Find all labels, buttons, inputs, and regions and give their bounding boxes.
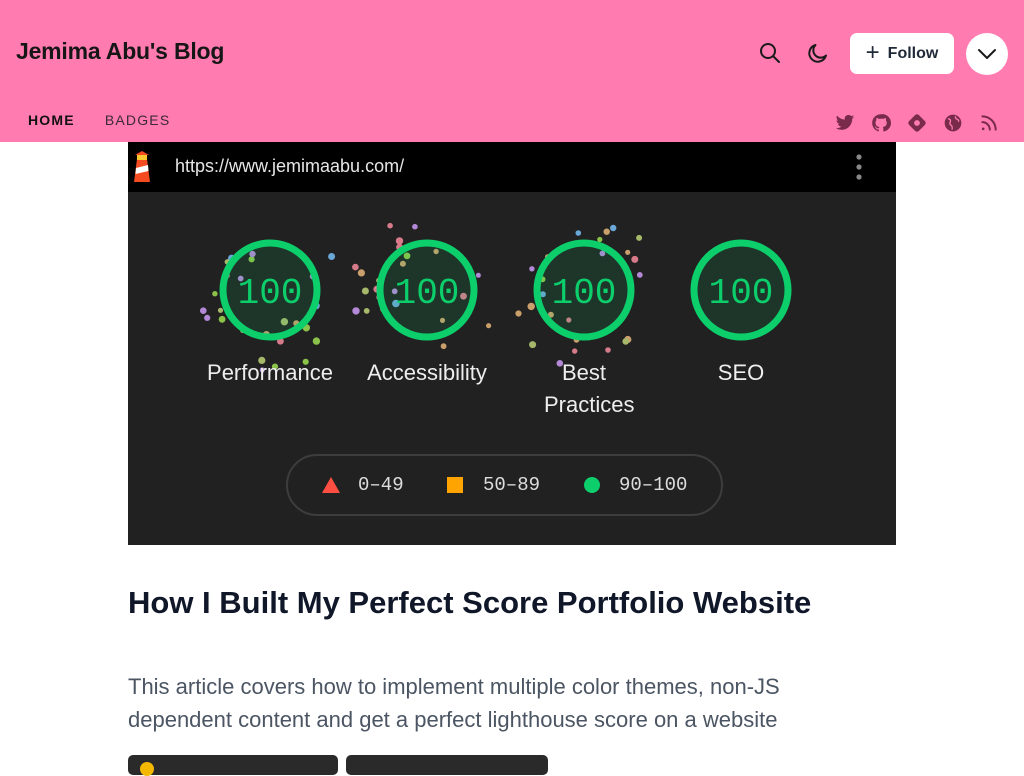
score-legend: 0–49 50–89 90–100 [286, 454, 723, 516]
plus-icon: + [865, 38, 880, 66]
social-links [834, 112, 1000, 134]
search-button[interactable] [750, 33, 790, 73]
confetti-dot [200, 307, 207, 314]
confetti-dot [572, 348, 578, 354]
blog-header: Jemima Abu's Blog + Follow HOME BADGES [0, 0, 1024, 142]
legend-range-pass: 90–100 [619, 474, 688, 496]
confetti-dot [605, 347, 611, 353]
confetti-dot [352, 307, 360, 315]
gauge-label-accessibility: Accessibility [367, 360, 487, 385]
confetti-dot [575, 230, 582, 236]
gauge-best-practices: 100 [533, 239, 635, 341]
hashnode-icon [908, 114, 926, 132]
confetti-dot [363, 308, 370, 314]
github-icon [872, 114, 891, 132]
nav-item-home[interactable]: HOME [28, 112, 75, 128]
gauge-performance: 100 [219, 239, 321, 341]
account-menu-button[interactable] [966, 33, 1008, 75]
follow-label: Follow [887, 44, 939, 62]
article-cover-image[interactable]: https://www.jemimaabu.com/ 100 100 100 1… [128, 142, 896, 545]
circle-icon [584, 477, 600, 493]
confetti-dot [440, 343, 447, 350]
follow-button[interactable]: + Follow [850, 33, 954, 74]
search-icon [760, 43, 780, 63]
gauge-accessibility: 100 [376, 239, 478, 341]
square-icon [447, 477, 463, 493]
rss-link[interactable] [978, 112, 1000, 134]
rss-icon [981, 115, 997, 131]
gauge-label-best-practices: Best Practices [544, 360, 635, 417]
confetti-dot [328, 253, 336, 260]
article-title[interactable]: How I Built My Perfect Score Portfolio W… [128, 584, 868, 622]
confetti-dot [412, 223, 418, 230]
nav-item-badges[interactable]: BADGES [105, 112, 171, 128]
chevron-down-icon [978, 49, 996, 59]
confetti-dot [204, 314, 211, 321]
blog-nav: HOME BADGES [28, 112, 170, 128]
author-chip[interactable] [128, 755, 338, 776]
globe-icon [944, 114, 962, 132]
gauge-score-best-practices: 100 [552, 273, 617, 314]
twitter-link[interactable] [834, 112, 856, 134]
legend-range-average: 50–89 [483, 474, 541, 496]
confetti-dot [357, 269, 365, 277]
twitter-icon [835, 114, 855, 130]
article-subtitle: This article covers how to implement mul… [128, 674, 780, 732]
gauge-label-performance: Performance [207, 360, 333, 385]
website-link[interactable] [942, 112, 964, 134]
confetti-dot [387, 222, 393, 229]
confetti-dot [515, 310, 522, 317]
confetti-dot [352, 263, 359, 271]
author-avatar [140, 762, 154, 776]
github-link[interactable] [870, 112, 892, 134]
gauge-score-seo: 100 [709, 273, 774, 314]
blog-title[interactable]: Jemima Abu's Blog [16, 38, 224, 65]
theme-toggle-button[interactable] [798, 33, 838, 73]
confetti-dot [486, 323, 492, 329]
moon-icon [808, 44, 827, 63]
triangle-icon [322, 477, 340, 493]
confetti-dot [603, 228, 610, 235]
gauge-score-accessibility: 100 [395, 273, 460, 314]
hashnode-link[interactable] [906, 112, 928, 134]
gauge-score-performance: 100 [238, 273, 303, 314]
legend-range-fail: 0–49 [358, 474, 404, 496]
gauge-label-seo: SEO [717, 360, 765, 385]
confetti-dot [361, 287, 369, 295]
date-chip[interactable] [346, 755, 548, 775]
confetti-dot [610, 224, 617, 232]
gauge-seo: 100 [690, 239, 792, 341]
